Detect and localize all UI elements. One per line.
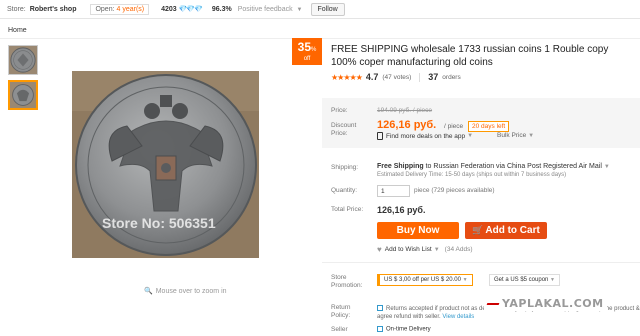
add-to-cart-button[interactable]: 🛒 Add to Cart: [465, 222, 547, 239]
view-details-link[interactable]: View details: [442, 314, 474, 320]
guarantee-icon: [377, 305, 383, 312]
store-label: Store:: [7, 5, 26, 13]
chevron-down-icon: ▼: [467, 133, 474, 139]
discount-pct: %: [311, 47, 317, 53]
phone-icon: [377, 132, 383, 140]
coin-thumbnail-image: [9, 46, 37, 74]
zoom-hint: 🔍 Mouse over to zoom in: [144, 287, 227, 295]
add-to-cart-label: Add to Cart: [485, 225, 540, 236]
follow-button[interactable]: Follow: [310, 2, 345, 16]
on-time-delivery-text: On-time Delivery: [386, 326, 431, 333]
wishlist-row: ♥ Add to Wish List ▼ (34 Adds): [377, 245, 473, 254]
mobile-deals-link[interactable]: Find more deals on the app ▼: [377, 132, 473, 140]
zoom-hint-text: Mouse over to zoom in: [155, 288, 227, 295]
open-prefix: Open:: [95, 5, 115, 13]
bulk-price-label: Bulk Price: [497, 132, 527, 139]
price-box: Price: 194.09 руб. / piece Discount Pric…: [322, 98, 640, 148]
return-policy-label: Return Policy:: [331, 304, 351, 319]
add-to-wishlist-link[interactable]: Add to Wish List: [385, 246, 432, 253]
coupon-discount-text: US $ 3,00 off per US $ 20.00: [384, 277, 461, 283]
orders-count: 37: [428, 72, 439, 82]
watermark-logo-icon: [486, 302, 500, 305]
breadcrumb-home[interactable]: Home: [8, 27, 27, 34]
chevron-down-icon: ▼: [603, 164, 610, 170]
heart-icon: ♥: [377, 245, 382, 254]
shipping-to: to: [423, 163, 434, 170]
quantity-available: piece (729 pieces available): [414, 187, 495, 194]
divider: [322, 262, 640, 263]
coin-thumbnail-image: [10, 82, 36, 108]
original-price: 194.09 руб. / piece: [377, 107, 433, 114]
total-price-value: 126,16 руб.: [377, 205, 426, 215]
open-years: 4 year(s): [116, 5, 145, 13]
store-open-badge: Open: 4 year(s): [90, 3, 150, 15]
shipping-label: Shipping:: [331, 164, 359, 171]
orders-label: orders: [442, 73, 461, 81]
chevron-down-icon: ▼: [462, 277, 468, 283]
thumbnail-2-selected[interactable]: [8, 80, 38, 110]
get-coupon-dropdown[interactable]: Get a US $5 coupon ▼: [489, 274, 560, 286]
chevron-down-icon: ▼: [528, 133, 535, 139]
feedback-score[interactable]: 4203: [161, 6, 177, 13]
wishlist-adds: (34 Adds): [444, 246, 473, 253]
chevron-down-icon[interactable]: ▼: [434, 247, 440, 253]
site-watermark: YAPLAKAL.COM: [484, 296, 607, 311]
mobile-deals-text: Find more deals on the app: [386, 132, 466, 140]
days-left-badge: 20 days left: [468, 121, 510, 132]
shipping-destination: Russian Federation via China Post Regist…: [433, 163, 602, 170]
coin-image: Store No: 506351: [72, 71, 259, 258]
on-time-delivery: On-time Delivery: [377, 326, 431, 333]
discount-price: 126,16 руб.: [377, 119, 437, 131]
divider: [419, 72, 421, 82]
positive-feedback-percent: 96.3%: [211, 5, 232, 13]
positive-feedback-dropdown[interactable]: Positive feedback ▼: [238, 6, 303, 13]
chevron-down-icon: ▼: [550, 277, 555, 283]
guarantee-icon: [377, 326, 383, 332]
delivery-estimate: Estimated Delivery Time: 15-50 days (shi…: [377, 172, 567, 178]
chevron-down-icon: ▼: [296, 6, 303, 13]
get-coupon-text: Get a US $5 coupon: [494, 277, 549, 283]
thumbnail-1[interactable]: [8, 45, 38, 75]
bulk-price-dropdown[interactable]: Bulk Price ▼: [497, 132, 534, 139]
price-label: Price:: [331, 107, 348, 114]
star-rating-icon[interactable]: ★★★★★: [331, 73, 363, 82]
rating-value: 4.7: [365, 72, 379, 82]
buy-now-button[interactable]: Buy Now: [377, 222, 459, 239]
positive-feedback-label: Positive feedback: [237, 5, 293, 13]
watermark-text: YAPLAKAL.COM: [502, 297, 604, 310]
discount-badge: 35% off: [292, 38, 322, 65]
votes-count[interactable]: (47 votes): [382, 74, 411, 81]
diamond-rank-icon: 💎💎💎: [178, 6, 203, 13]
rating-row: ★★★★★ 4.7 (47 votes) 37 orders: [331, 72, 461, 82]
shipping-method-dropdown[interactable]: Free Shipping to Russian Federation via …: [377, 163, 610, 170]
store-name-link[interactable]: Robert's shop: [30, 6, 77, 13]
per-piece-label: / piece: [444, 123, 464, 130]
total-price-label: Total Price:: [331, 206, 364, 213]
free-shipping-text: Free Shipping: [377, 163, 424, 170]
discount-value: 35: [297, 40, 311, 54]
cart-icon: 🛒: [472, 225, 484, 235]
magnifier-icon: 🔍: [144, 288, 153, 295]
quantity-input[interactable]: [377, 185, 410, 197]
main-product-image[interactable]: Store No: 506351: [72, 71, 259, 258]
store-promotion-label: Store Promotion:: [331, 274, 363, 289]
store-watermark-text: Store No: 506351: [102, 215, 216, 231]
quantity-label: Quantity:: [331, 187, 358, 194]
store-header-bar: Store: Robert's shop Open: 4 year(s) 420…: [0, 0, 640, 19]
seller-guarantees-label: Seller: [331, 326, 348, 333]
product-title: FREE SHIPPING wholesale 1733 russian coi…: [331, 44, 609, 68]
discount-price-label: Discount Price:: [331, 122, 357, 137]
discount-off: off: [303, 56, 311, 62]
coupon-discount-dropdown[interactable]: US $ 3,00 off per US $ 20.00 ▼: [377, 274, 473, 286]
